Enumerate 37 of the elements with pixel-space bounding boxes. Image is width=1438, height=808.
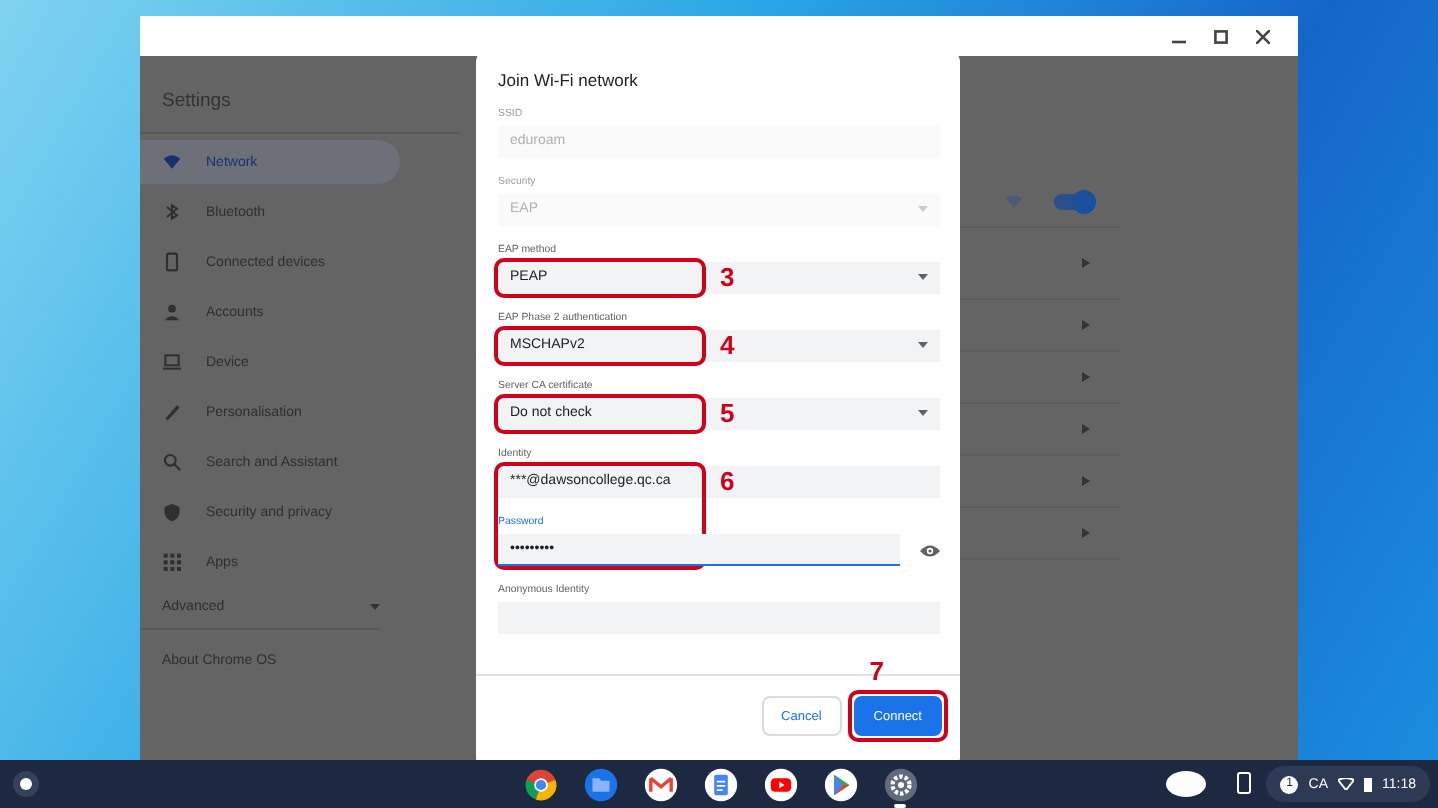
caret-icon (918, 206, 928, 212)
phone-icon (162, 252, 182, 272)
person-icon (162, 302, 182, 322)
caret-icon (918, 342, 928, 348)
grid-icon (162, 552, 182, 572)
dialog-title: Join Wi-Fi network (496, 68, 640, 90)
highlight-frame (847, 690, 948, 742)
wifi-toggle[interactable] (1054, 193, 1090, 209)
step-number: 7 (869, 658, 885, 686)
pen-icon (162, 402, 182, 422)
laptop-icon (162, 352, 182, 372)
eye-icon[interactable] (920, 543, 940, 557)
wifi-icon (1338, 778, 1354, 790)
wifi-icon (162, 152, 182, 172)
maximize-icon[interactable] (1214, 29, 1228, 43)
step-number: 6 (720, 468, 735, 496)
caret-icon (918, 410, 928, 416)
mail-icon[interactable] (643, 767, 677, 801)
video-play-icon[interactable] (763, 767, 797, 801)
settings-icon[interactable] (883, 767, 917, 801)
chrome-icon[interactable] (523, 767, 557, 801)
battery-icon (1364, 776, 1372, 792)
search-icon (162, 452, 182, 472)
step-number: 4 (720, 332, 735, 360)
phone-icon[interactable] (1236, 772, 1252, 794)
step-number: 3 (720, 264, 735, 292)
caret-icon (918, 274, 928, 280)
shield-icon (162, 502, 182, 522)
document-icon[interactable] (703, 767, 737, 801)
play-store-icon[interactable] (823, 767, 857, 801)
caret-icon (370, 603, 380, 609)
step-number: 5 (720, 400, 735, 428)
close-icon[interactable] (1256, 29, 1270, 43)
launcher-icon[interactable] (12, 770, 40, 798)
folder-icon[interactable] (583, 767, 617, 801)
bluetooth-icon (162, 202, 182, 222)
wifi-lock-icon (1006, 195, 1022, 207)
